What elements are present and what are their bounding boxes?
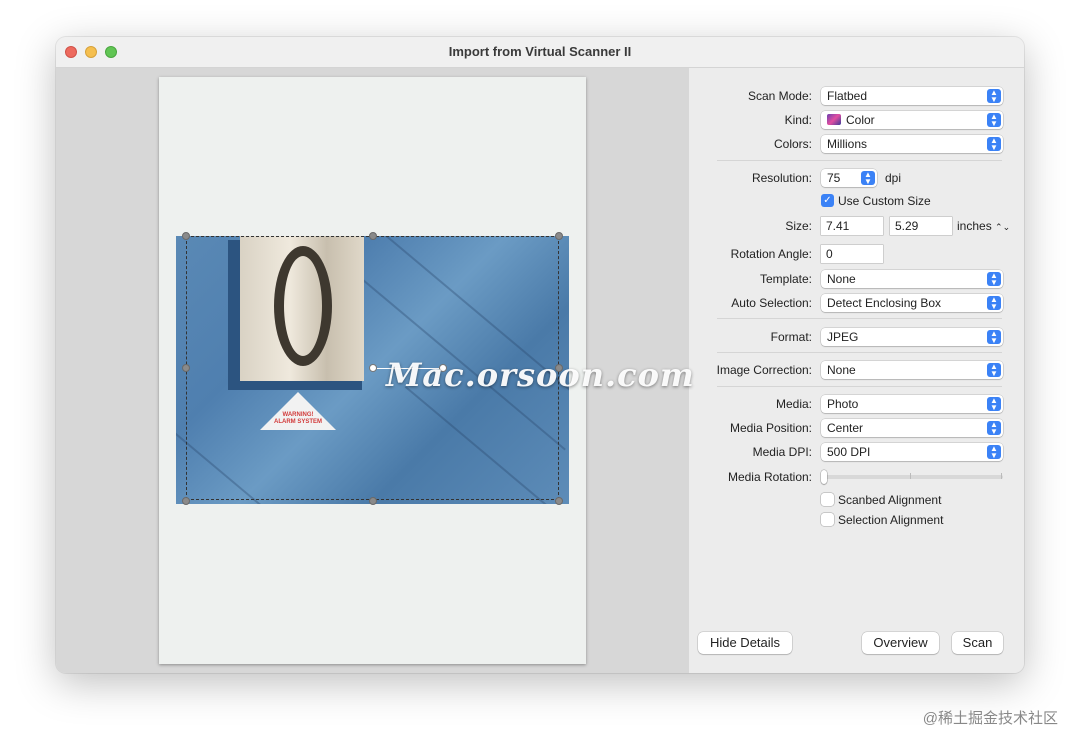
colors-value: Millions [827,137,868,151]
format-value: JPEG [827,330,859,344]
kind-label: Kind: [784,113,812,127]
scan-button[interactable]: Scan [952,632,1003,654]
size-label: Size: [785,219,812,233]
kind-popup[interactable]: Color ▲ ▼ [821,111,1003,129]
chevron-updown-icon: ▲ ▼ [987,89,1001,104]
chevron-updown-icon: ▲ ▼ [987,397,1001,412]
resolution-value: 75 [827,171,841,185]
watermark-text: Mac.orsoon.com [386,356,695,394]
selection-alignment-checkbox[interactable] [821,513,834,526]
chevron-updown-icon: ▲ ▼ [987,296,1001,311]
media-rotation-label: Media Rotation: [727,470,812,484]
size-unit-popup[interactable]: inches ⌃⌄ [957,219,1010,233]
media-rotation-slider[interactable] [823,475,1003,479]
media-label: Media: [775,397,812,411]
selection-handle-bottom-right[interactable] [555,497,563,505]
scanbed-alignment-label: Scanbed Alignment [838,493,942,507]
slider-tick [910,473,911,479]
resolution-popup[interactable]: 75 ▲ ▼ [821,169,877,187]
scan-mode-popup[interactable]: Flatbed ▲ ▼ [821,87,1003,105]
chevron-updown-icon: ▲ ▼ [987,330,1001,345]
separator [717,386,1002,387]
separator [717,318,1002,319]
media-popup[interactable]: Photo ▲ ▼ [821,395,1003,413]
chevron-updown-icon: ▲ ▼ [861,171,875,186]
use-custom-size-label: Use Custom Size [838,194,931,208]
size-width-field[interactable]: 7.41 [821,217,883,235]
use-custom-size-checkbox[interactable]: ✓ [821,194,834,207]
scanbed-alignment-checkbox[interactable] [821,493,834,506]
color-swatch-icon [827,114,841,125]
image-correction-popup[interactable]: None ▲ ▼ [821,361,1003,379]
separator [717,352,1002,353]
chevron-updown-icon: ⌃⌄ [995,222,1011,232]
selection-alignment-label: Selection Alignment [838,513,944,527]
template-popup[interactable]: None ▲ ▼ [821,270,1003,288]
rotation-angle-label: Rotation Angle: [730,247,812,261]
media-rotation-knob[interactable] [821,470,827,484]
credit-watermark: @稀土掘金技术社区 [922,710,1058,727]
image-correction-label: Image Correction: [716,363,812,377]
size-unit-value: inches [957,219,992,233]
chevron-updown-icon: ▲ ▼ [987,445,1001,460]
scanner-window: Import from Virtual Scanner II WARNING! … [56,37,1024,673]
details-panel: Scan Mode: Flatbed ▲ ▼ Kind: Color ▲ ▼ Col… [689,68,1024,673]
colors-label: Colors: [773,137,812,151]
auto-selection-value: Detect Enclosing Box [827,296,942,310]
window-title: Import from Virtual Scanner II [448,44,632,59]
image-correction-value: None [827,363,856,377]
hide-details-button[interactable]: Hide Details [698,632,792,654]
scan-mode-label: Scan Mode: [747,89,812,103]
scan-mode-value: Flatbed [827,89,868,103]
template-label: Template: [759,272,812,286]
resolution-label: Resolution: [751,171,812,185]
format-label: Format: [770,330,812,344]
resolution-unit: dpi [885,171,902,185]
kind-value: Color [846,113,875,127]
chevron-updown-icon: ▲ ▼ [987,113,1001,128]
selection-handle-bottom[interactable] [369,497,377,505]
overview-button[interactable]: Overview [862,632,939,654]
format-popup[interactable]: JPEG ▲ ▼ [821,328,1003,346]
media-dpi-value: 500 DPI [827,445,871,459]
separator [717,160,1002,161]
selection-handle-top-right[interactable] [555,232,563,240]
media-value: Photo [827,397,859,411]
media-dpi-popup[interactable]: 500 DPI ▲ ▼ [821,443,1003,461]
media-position-label: Media Position: [729,421,812,435]
auto-selection-popup[interactable]: Detect Enclosing Box ▲ ▼ [821,294,1003,312]
chevron-updown-icon: ▲ ▼ [987,421,1001,436]
auto-selection-label: Auto Selection: [731,296,812,310]
slider-tick [1001,473,1002,479]
chevron-updown-icon: ▲ ▼ [987,137,1001,152]
rotation-angle-field[interactable]: 0 [821,245,883,263]
rotation-center-handle[interactable] [369,364,377,372]
media-dpi-label: Media DPI: [752,445,812,459]
size-height-field[interactable]: 5.29 [890,217,952,235]
title-bar: Import from Virtual Scanner II [56,37,1024,68]
selection-handle-top-left[interactable] [182,232,190,240]
selection-handle-bottom-left[interactable] [182,497,190,505]
chevron-updown-icon: ▲ ▼ [987,363,1001,378]
media-position-value: Center [827,421,864,435]
media-position-popup[interactable]: Center ▲ ▼ [821,419,1003,437]
selection-handle-top[interactable] [369,232,377,240]
chevron-updown-icon: ▲ ▼ [987,272,1001,287]
selection-handle-left[interactable] [182,364,190,372]
template-value: None [827,272,856,286]
colors-popup[interactable]: Millions ▲ ▼ [821,135,1003,153]
